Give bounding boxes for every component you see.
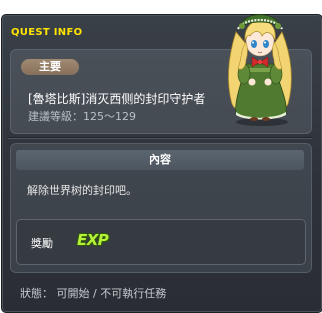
npc-left-eye [251, 40, 257, 48]
npc-left-eye-shine [252, 41, 254, 44]
npc-left-shoe [250, 117, 258, 121]
window-title: QUEST INFO [11, 27, 83, 38]
section-divider [8, 137, 312, 138]
npc-right-hand [264, 78, 272, 86]
npc-bonnet-flower-left [239, 23, 245, 29]
quest-category-badge: 主要 [21, 59, 79, 75]
npc-right-shoe [262, 117, 270, 121]
npc-left-hand [248, 78, 256, 86]
quest-description: 解除世界树的封印吧。 [27, 184, 137, 197]
npc-bonnet-flower-right [275, 23, 281, 29]
content-section-header: 內容 [16, 150, 304, 170]
npc-right-eye [263, 40, 269, 48]
exp-icon[interactable]: EXP [77, 231, 109, 249]
npc-portrait [228, 14, 292, 126]
npc-right-eye-shine [264, 41, 266, 44]
recommended-level: 建議等級：125～129 [28, 110, 136, 123]
reward-label: 獎勵 [31, 237, 53, 250]
quest-title: [魯塔比斯]消灭西侧的封印守护者 [28, 92, 206, 106]
quest-details-panel: 內容 解除世界树的封印吧。 獎勵 EXP [10, 143, 312, 273]
reward-box: 獎勵 EXP [16, 219, 306, 265]
npc-bow-knot [257, 59, 263, 65]
quest-status: 狀態： 可開始 / 不可執行任務 [20, 287, 167, 300]
